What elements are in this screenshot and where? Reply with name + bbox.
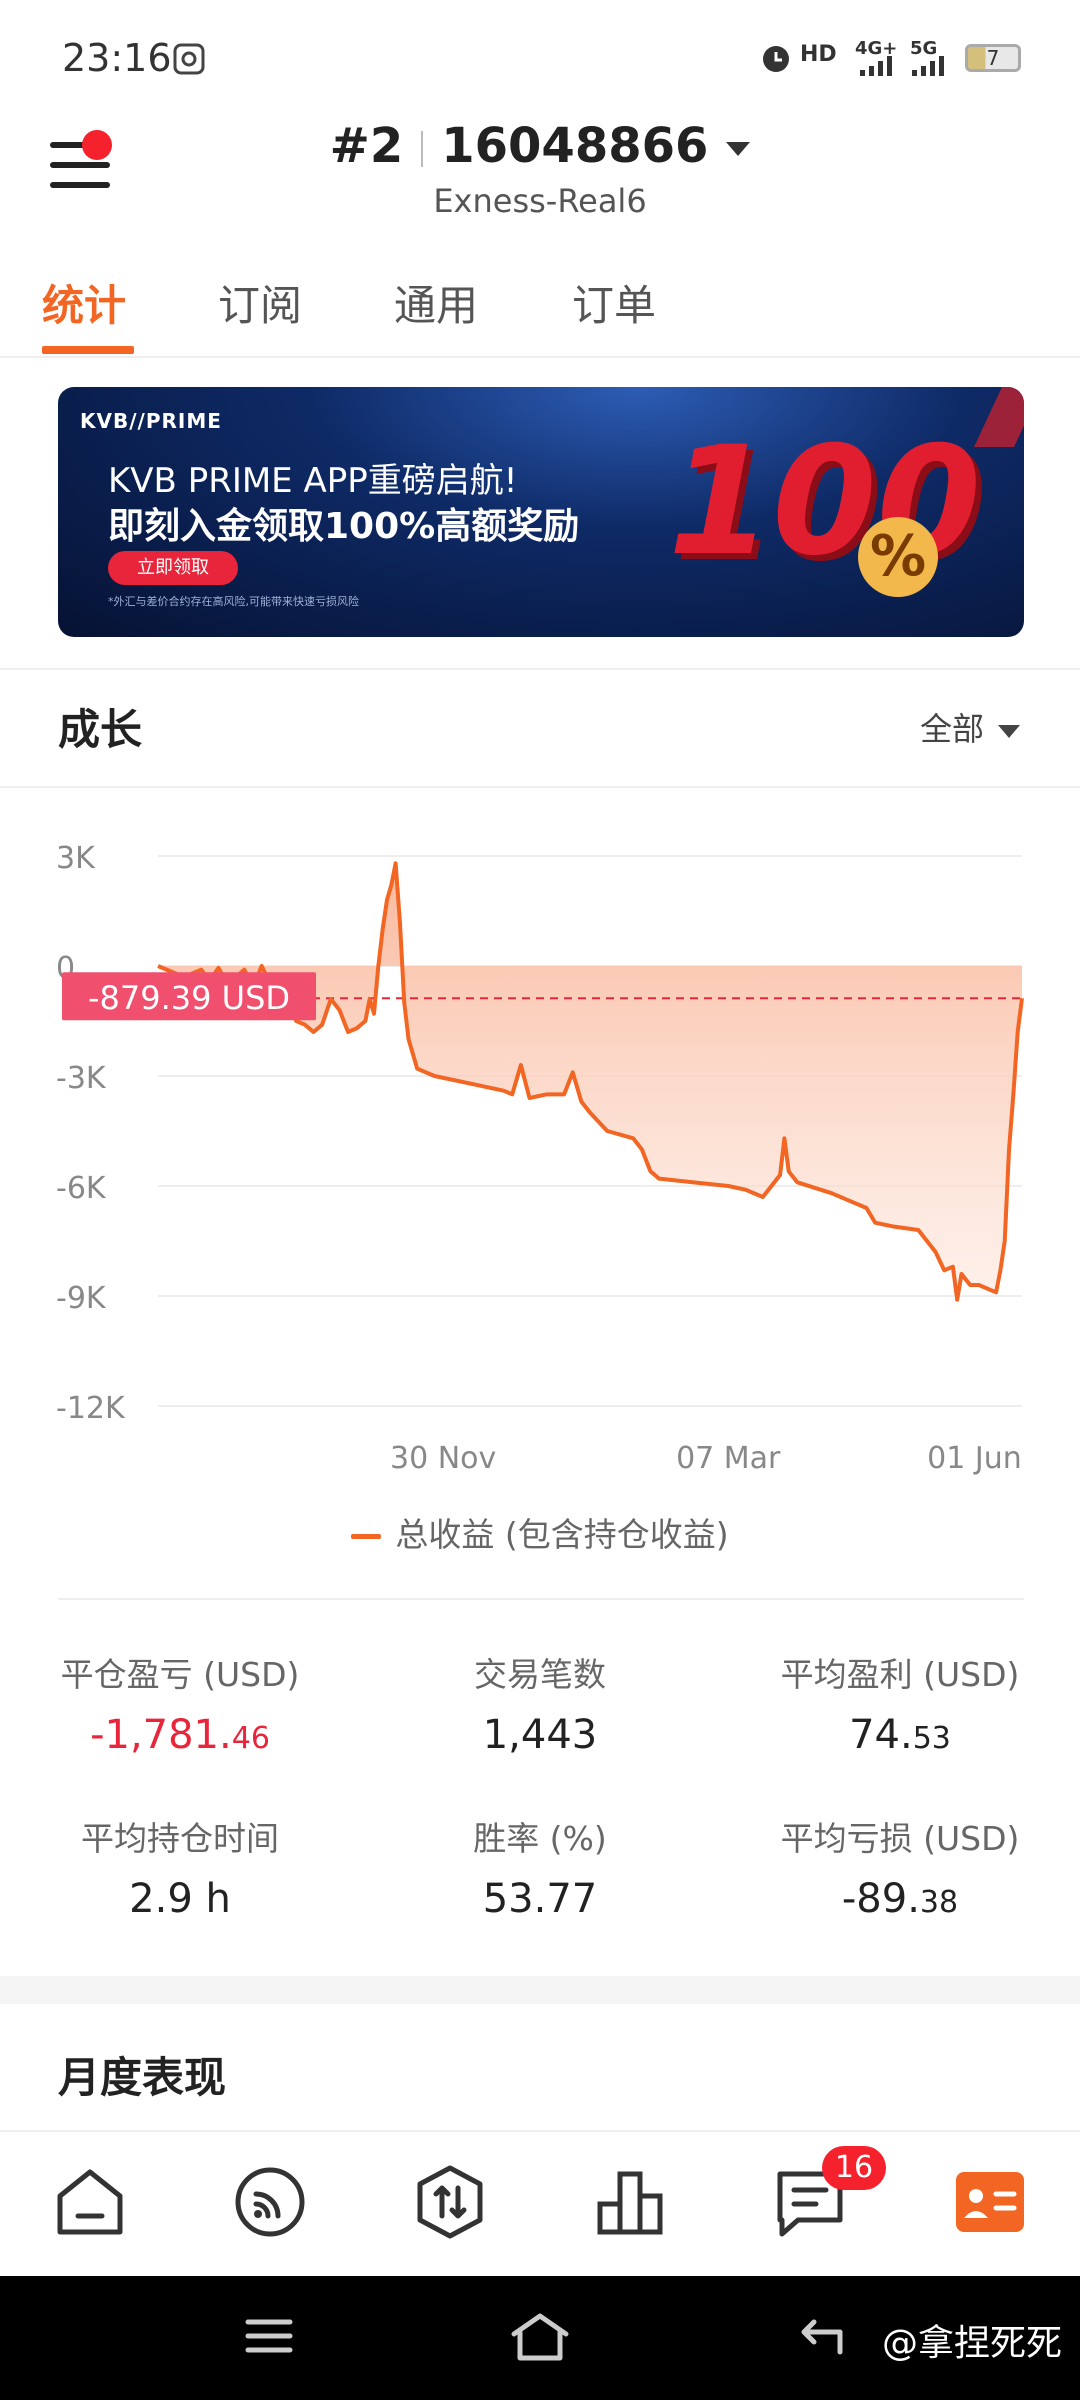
caret-down-icon [726, 142, 751, 156]
nav-charts[interactable] [588, 2160, 672, 2244]
back-icon[interactable] [800, 2316, 850, 2356]
system-home-icon[interactable] [510, 2312, 570, 2362]
y-tick-label: -3K [56, 1061, 107, 1096]
stat-value: 53.77 [482, 1876, 598, 1922]
stat-label: 平均持仓时间 [81, 1819, 279, 1858]
banner-claim-button[interactable]: 立即领取 [108, 551, 238, 585]
stat-trade-count: 交易笔数 1,443 [360, 1648, 720, 1758]
banner-subheadline: 即刻入金领取100%高额奖励 [108, 506, 580, 547]
stat-win-rate: 胜率 (%) 53.77 [360, 1812, 720, 1922]
section-divider [0, 786, 1080, 788]
signal-bars-icon [860, 56, 892, 76]
account-number: 16048866 [441, 118, 709, 174]
alarm-icon [763, 46, 789, 72]
y-tick-label: 3K [56, 841, 96, 876]
chart-icon [597, 2171, 663, 2235]
section-divider [58, 1598, 1024, 1600]
status-time: 23:16 [62, 36, 172, 80]
stat-avg-hold-time: 平均持仓时间 2.9 h [0, 1812, 360, 1922]
home-icon [57, 2169, 123, 2235]
bottom-nav: 16 [0, 2130, 1080, 2276]
banner-percent-badge: % [858, 517, 938, 597]
screen-record-icon [173, 43, 205, 75]
section-gap [0, 1976, 1080, 2004]
feed-icon [235, 2167, 305, 2237]
stat-value: 74.53 [849, 1712, 951, 1758]
nav-trade[interactable] [408, 2160, 492, 2244]
account-selector[interactable]: #2 16048866 [0, 118, 1080, 174]
growth-chart-svg: 3K0-3K-6K-9K-12K30 Nov 07 Mar 01 Jun-879.3… [56, 841, 1024, 1476]
y-tick-label: -12K [56, 1391, 126, 1426]
status-bar: 23:16 HD 4G+ 5G 7 [0, 0, 1080, 110]
banner-fine-print: *外汇与差价合约存在高风险,可能带来快速亏损风险 [108, 595, 359, 608]
signal-bars-icon-2 [912, 56, 944, 76]
stat-avg-profit: 平均盈利 (USD) 74.53 [720, 1648, 1080, 1758]
hd-icon: HD [800, 42, 837, 67]
stat-value: 1,443 [482, 1712, 598, 1758]
stat-label: 交易笔数 [474, 1655, 606, 1694]
watermark: @拿捏死死 [881, 2323, 1062, 2364]
legend-label: 总收益 (包含持仓收益) [395, 1515, 729, 1554]
growth-filter-dropdown[interactable]: 全部 [920, 704, 1020, 750]
tab-orders[interactable]: 订单 [572, 272, 656, 333]
x-tick-label: 30 Nov [390, 1441, 496, 1476]
nav-profile[interactable] [948, 2160, 1032, 2244]
stat-avg-loss: 平均亏损 (USD) -89.38 [720, 1812, 1080, 1922]
section-divider [0, 668, 1080, 670]
legend-swatch [351, 1534, 382, 1539]
tab-active-indicator [42, 346, 134, 354]
chart-legend[interactable]: 总收益 (包含持仓收益) [0, 1508, 1080, 1556]
y-tick-label: -6K [56, 1171, 107, 1206]
monthly-performance-title: 月度表现 [58, 2053, 227, 2102]
banner-headline: KVB PRIME APP重磅启航! [108, 461, 518, 501]
stat-label: 平均亏损 (USD) [780, 1819, 1020, 1858]
tab-bar: 统计 订阅 通用 订单 [0, 262, 1080, 358]
account-index: #2 [329, 118, 404, 174]
caret-down-icon [998, 724, 1020, 738]
stat-value: 2.9 h [129, 1876, 231, 1922]
stat-value: -89.38 [841, 1876, 959, 1922]
stat-label: 平仓盈亏 (USD) [60, 1655, 300, 1694]
y-tick-label: -9K [56, 1281, 107, 1316]
tab-subscribe[interactable]: 订阅 [218, 272, 302, 333]
trade-icon [417, 2165, 483, 2239]
growth-title: 成长 [58, 705, 143, 754]
current-value-label: -879.39 USD [88, 979, 290, 1017]
recent-apps-icon[interactable] [244, 2316, 294, 2356]
banner-stripe [974, 387, 1024, 447]
growth-chart[interactable]: 3K 0 -3K -6K -9K -12K 30 Nov 07 Mar 01 Jun -879.3… [0, 820, 1080, 1480]
x-tick-label: 01 Jun [927, 1441, 1022, 1476]
nav-feed[interactable] [228, 2160, 312, 2244]
stat-label: 平均盈利 (USD) [780, 1655, 1020, 1694]
stat-closed-pnl: 平仓盈亏 (USD) -1,781.46 [0, 1648, 360, 1758]
banner-logo: KVB//PRIME [80, 409, 222, 433]
nav-home[interactable] [48, 2160, 132, 2244]
message-badge: 16 [822, 2146, 886, 2190]
growth-filter-label: 全部 [919, 710, 984, 748]
battery-icon: 7 [965, 44, 1021, 72]
profile-icon [956, 2172, 1024, 2232]
stat-label: 胜率 (%) [473, 1819, 607, 1858]
x-tick-label: 07 Mar [676, 1441, 781, 1476]
promo-banner[interactable]: KVB//PRIME KVB PRIME APP重磅启航! 即刻入金领取100%… [58, 387, 1024, 637]
tab-general[interactable]: 通用 [394, 272, 478, 333]
server-name: Exness-Real6 [433, 182, 647, 220]
tab-statistics[interactable]: 统计 [42, 272, 126, 333]
series-area [158, 863, 1022, 1300]
stat-value: -1,781.46 [90, 1712, 270, 1758]
